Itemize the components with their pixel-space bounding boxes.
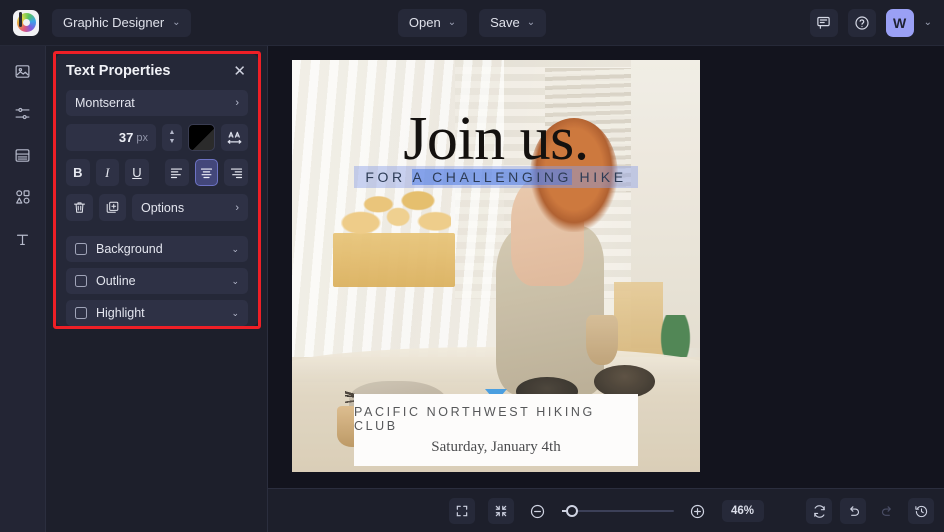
chevron-down-icon: ⌄ [448,17,456,28]
chevron-down-icon[interactable]: ⌄ [924,17,932,28]
sidebar-item-adjustments[interactable] [8,100,38,126]
fit-screen-icon[interactable] [449,498,475,524]
logo-b-stem [19,12,22,27]
zoom-slider-thumb[interactable] [566,505,578,517]
top-bar: Graphic Designer ⌄ Open ⌄ Save ⌄ [0,0,944,46]
undo-icon[interactable] [840,498,866,524]
comment-icon[interactable] [810,9,838,37]
open-label: Open [409,15,441,30]
canvas-area[interactable]: Join us. FOR A CHALLENGING HIKE PACIFIC … [268,46,944,488]
sidebar-item-elements[interactable] [8,184,38,210]
subhead-selected: A CHALLENGING [412,169,572,185]
left-panel-column: Text Properties ✕ Montserrat › 37 px ▲ ▼ [46,46,268,532]
bottom-bar: 46% [268,488,944,532]
sidebar-item-text[interactable] [8,226,38,252]
avatar[interactable]: W [886,9,914,37]
sliders-icon [14,105,31,122]
collapse-icon[interactable] [488,498,514,524]
zoom-slider-track[interactable] [570,510,674,512]
subhead-pre: FOR [365,169,412,185]
logo-b-hole [23,19,30,26]
top-bar-right-group: W ⌄ [810,9,932,37]
help-circle-icon[interactable] [848,9,876,37]
artboard-subheadline[interactable]: FOR A CHALLENGING HIKE [354,166,638,188]
app-window: Graphic Designer ⌄ Open ⌄ Save ⌄ [0,0,944,532]
footer-club-name: PACIFIC NORTHWEST HIKING CLUB [354,405,638,433]
top-bar-center-group: Open ⌄ Save ⌄ [0,9,944,37]
zoom-level-value[interactable]: 46% [722,500,764,522]
chevron-down-icon: ⌄ [527,17,535,28]
sidebar-item-images[interactable] [8,58,38,84]
zoom-slider[interactable] [562,503,674,519]
text-icon [14,231,31,248]
refresh-icon[interactable] [806,498,832,524]
image-icon [14,63,31,80]
footer-date: Saturday, January 4th [431,439,560,456]
left-tool-rail [0,46,46,532]
layout-icon [14,147,31,164]
open-button[interactable]: Open ⌄ [398,9,467,37]
shapes-icon [14,188,32,206]
save-button[interactable]: Save ⌄ [479,9,546,37]
avatar-initial: W [893,15,906,31]
history-icon[interactable] [908,498,934,524]
sidebar-item-layouts[interactable] [8,142,38,168]
zoom-in-icon[interactable] [687,500,709,522]
redo-icon[interactable] [874,498,900,524]
artboard[interactable]: Join us. FOR A CHALLENGING HIKE PACIFIC … [292,60,700,472]
save-label: Save [490,15,520,30]
artboard-subheadline-text: FOR A CHALLENGING HIKE [365,169,626,185]
panel-highlight-annotation [53,51,261,329]
artboard-footer-card[interactable]: PACIFIC NORTHWEST HIKING CLUB Saturday, … [354,394,638,466]
artboard-headline[interactable]: Join us. [292,108,700,170]
zoom-out-icon[interactable] [527,500,549,522]
history-controls [806,489,934,532]
subhead-post: HIKE [572,169,627,185]
